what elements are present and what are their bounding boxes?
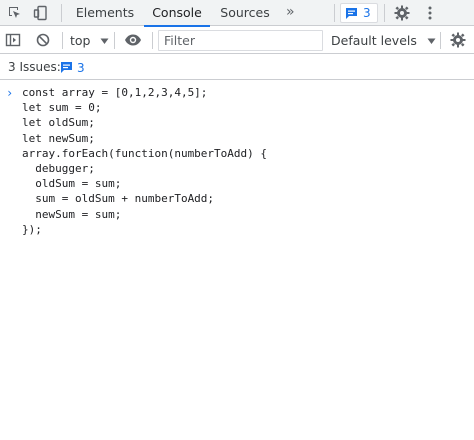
issues-link[interactable]: 3	[60, 59, 85, 76]
issues-badge-button[interactable]: 3	[340, 3, 378, 23]
gear-icon[interactable]	[448, 30, 468, 50]
tab-console[interactable]: Console	[144, 0, 210, 27]
tab-sources[interactable]: Sources	[214, 0, 276, 26]
filter-input[interactable]	[159, 31, 322, 50]
inspect-icon[interactable]	[5, 3, 25, 23]
more-tabs-button[interactable]: »	[286, 0, 295, 26]
toolbar-divider	[152, 32, 153, 49]
log-levels-value: Default levels	[331, 33, 417, 48]
console-input-code[interactable]: const array = [0,1,2,3,4,5]; let sum = 0…	[22, 85, 267, 237]
issues-badge-count: 3	[363, 6, 371, 20]
live-expression-eye-icon[interactable]	[123, 30, 143, 50]
toolbar-divider	[114, 32, 115, 49]
sidebar-toggle-icon[interactable]	[3, 30, 23, 50]
toolbar-divider	[62, 32, 63, 49]
message-icon	[346, 7, 357, 19]
tabbar-divider	[334, 4, 335, 22]
console-toolbar: top Default levels	[0, 27, 474, 54]
console-prompt-icon: ›	[6, 86, 14, 100]
device-toolbar-icon[interactable]	[31, 3, 51, 23]
dropdown-arrow-icon	[100, 38, 109, 44]
clear-console-icon[interactable]	[33, 30, 53, 50]
tabbar-divider	[61, 4, 62, 22]
log-levels-dropdown[interactable]: Default levels	[331, 31, 436, 51]
issues-label: 3 Issues:	[8, 60, 61, 74]
toolbar-divider	[440, 32, 441, 49]
tab-elements[interactable]: Elements	[70, 0, 140, 26]
issues-bar: 3 Issues: 3	[0, 55, 474, 80]
chevron-more-icon: »	[286, 4, 295, 20]
filter-field[interactable]	[158, 30, 323, 51]
dropdown-arrow-icon	[427, 38, 436, 44]
tab-console-label: Console	[152, 5, 202, 20]
context-selector-value: top	[70, 33, 91, 48]
kebab-menu-icon[interactable]	[420, 3, 440, 23]
tabbar-divider	[384, 4, 385, 22]
context-selector[interactable]: top	[70, 31, 109, 51]
issues-link-count: 3	[77, 60, 85, 75]
gear-icon[interactable]	[392, 3, 412, 23]
message-icon	[61, 62, 72, 73]
devtools-tab-bar: Elements Console Sources » 3	[0, 0, 474, 27]
